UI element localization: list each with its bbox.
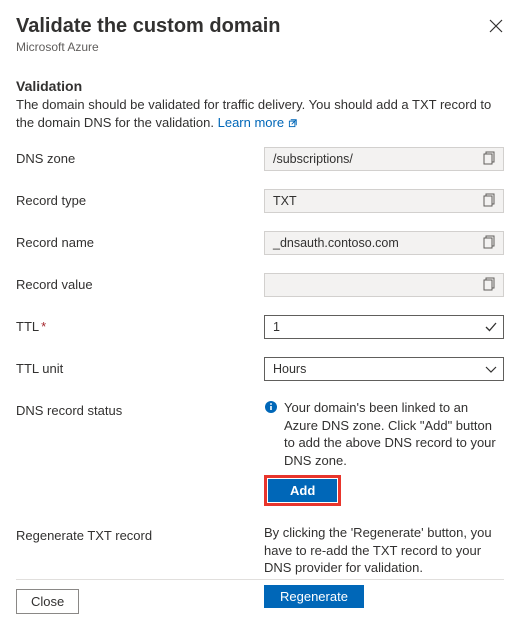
close-icon[interactable] (488, 18, 504, 34)
record-name-value: _dnsauth.contoso.com (273, 236, 399, 250)
record-type-field: TXT (264, 189, 504, 213)
add-button-highlight: Add (264, 475, 341, 506)
add-button[interactable]: Add (268, 479, 337, 502)
learn-more-link[interactable]: Learn more (218, 115, 299, 130)
dns-status-text: Your domain's been linked to an Azure DN… (284, 399, 504, 469)
dns-status-label: DNS record status (16, 399, 264, 418)
record-type-label: Record type (16, 189, 264, 208)
record-value-label: Record value (16, 273, 264, 292)
record-value-field (264, 273, 504, 297)
copy-icon[interactable] (483, 193, 497, 207)
chevron-down-icon (485, 364, 497, 376)
dns-zone-label: DNS zone (16, 147, 264, 166)
regenerate-button[interactable]: Regenerate (264, 585, 364, 608)
validation-description: The domain should be validated for traff… (16, 96, 504, 131)
regenerate-label: Regenerate TXT record (16, 524, 264, 543)
ttl-input[interactable]: 1 (264, 315, 504, 339)
record-name-label: Record name (16, 231, 264, 250)
ttl-unit-value: Hours (273, 362, 306, 376)
ttl-value: 1 (273, 320, 280, 334)
ttl-unit-select[interactable]: Hours (264, 357, 504, 381)
page-subtitle: Microsoft Azure (16, 40, 281, 54)
page-title: Validate the custom domain (16, 14, 281, 38)
external-link-icon (288, 115, 299, 126)
info-icon (264, 400, 278, 414)
close-button[interactable]: Close (16, 589, 79, 614)
check-icon (485, 321, 497, 333)
required-indicator: * (41, 319, 46, 334)
ttl-label: TTL* (16, 315, 264, 334)
record-name-field: _dnsauth.contoso.com (264, 231, 504, 255)
footer-separator (16, 579, 504, 580)
record-type-value: TXT (273, 194, 297, 208)
validation-heading: Validation (16, 78, 504, 94)
copy-icon[interactable] (483, 277, 497, 291)
dns-zone-value: /subscriptions/ (273, 152, 353, 166)
copy-icon[interactable] (483, 151, 497, 165)
ttl-unit-label: TTL unit (16, 357, 264, 376)
dns-zone-field: /subscriptions/ (264, 147, 504, 171)
copy-icon[interactable] (483, 235, 497, 249)
regenerate-description: By clicking the 'Regenerate' button, you… (264, 524, 504, 577)
